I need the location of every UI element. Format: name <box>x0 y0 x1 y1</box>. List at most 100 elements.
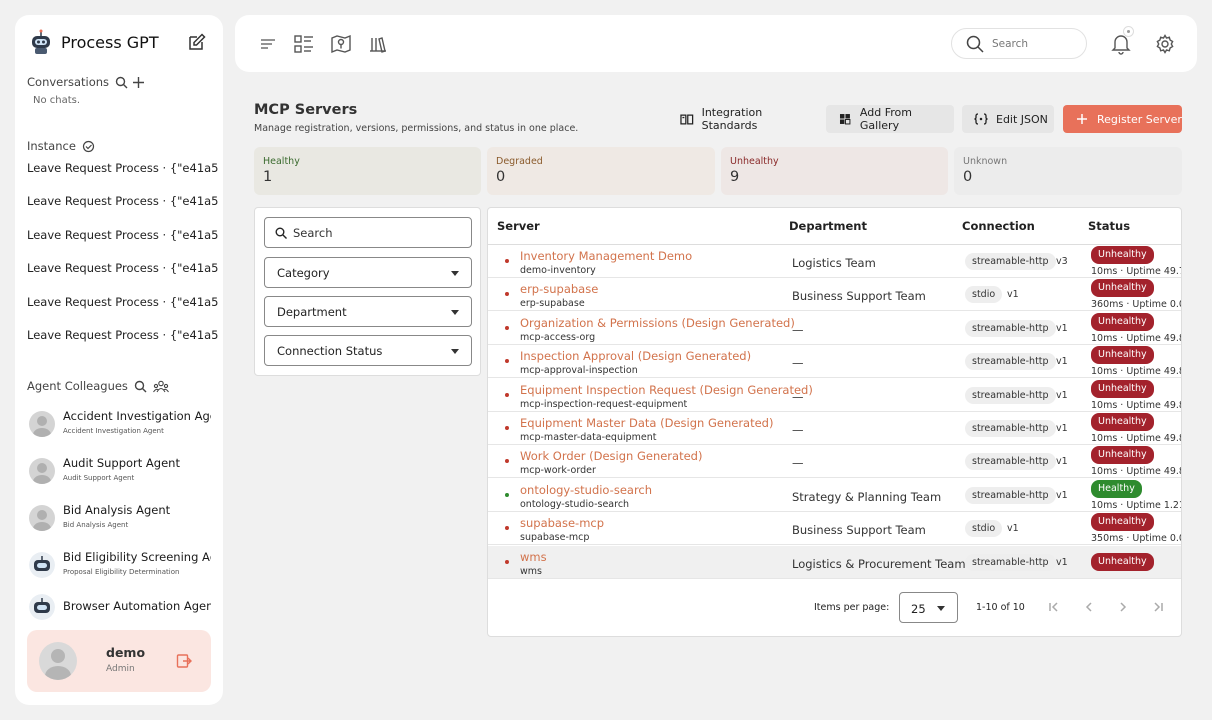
agent-item[interactable]: Accident Investigation Agent Accident Inv… <box>29 409 219 437</box>
conversations-header: Conversations <box>27 75 145 89</box>
gear-icon[interactable] <box>1155 34 1175 54</box>
previous-page-icon[interactable] <box>1082 600 1096 614</box>
status-badge: Unhealthy <box>1091 413 1154 431</box>
server-name-link[interactable]: Equipment Master Data (Design Generated) <box>520 416 773 430</box>
server-name-link[interactable]: wms <box>520 550 547 564</box>
server-name-link[interactable]: ontology-studio-search <box>520 483 652 497</box>
table-row[interactable]: Organization & Permissions (Design Gener… <box>488 312 1181 345</box>
column-header-connection[interactable]: Connection <box>962 219 1035 233</box>
filter-search-input[interactable]: Search <box>264 217 472 248</box>
filter-panel: Search Category Department Connection St… <box>254 207 481 376</box>
gallery-grid-icon <box>839 114 851 125</box>
last-page-icon[interactable] <box>1151 600 1165 614</box>
stat-value: 1 <box>263 169 273 185</box>
table-row[interactable]: Inventory Management Demo demo-inventory L… <box>488 245 1181 278</box>
code-braces-icon <box>974 113 988 125</box>
list-layout-icon[interactable] <box>293 33 315 55</box>
agent-name: Audit Support Agent <box>63 456 180 470</box>
global-search-input[interactable]: Search <box>951 28 1087 59</box>
table-row[interactable]: ontology-studio-search ontology-studio-se… <box>488 479 1181 512</box>
connection-chip: streamable-http <box>965 486 1056 504</box>
version-text: v1 <box>1007 289 1019 301</box>
server-name-link[interactable]: Organization & Permissions (Design Gener… <box>520 316 795 330</box>
server-id: wms <box>520 565 542 577</box>
version-text: v1 <box>1056 556 1068 568</box>
app-title: Process GPT <box>61 32 159 52</box>
connection-chip: streamable-http <box>965 353 1056 371</box>
status-metrics: 10ms · Uptime 1.21% <box>1091 499 1181 511</box>
map-icon[interactable] <box>330 33 352 55</box>
table-row[interactable]: Equipment Inspection Request (Design Gen… <box>488 379 1181 412</box>
items-per-page-value: 25 <box>911 602 926 616</box>
team-icon[interactable] <box>152 380 169 393</box>
version-text: v1 <box>1056 356 1068 368</box>
server-id: demo-inventory <box>520 265 596 276</box>
agent-item[interactable]: Bid Analysis Agent Bid Analysis Agent <box>29 503 219 531</box>
server-name-link[interactable]: Inspection Approval (Design Generated) <box>520 349 751 363</box>
connection-chip: streamable-http <box>965 553 1056 571</box>
logout-icon[interactable] <box>176 653 192 669</box>
table-row[interactable]: wms wms Logistics & Procurement Team stream… <box>488 545 1181 579</box>
server-name-link[interactable]: supabase-mcp <box>520 516 604 530</box>
items-per-page-select[interactable]: 25 <box>899 592 958 623</box>
edit-json-button[interactable]: Edit JSON <box>962 105 1054 133</box>
notification-dot <box>1123 26 1134 37</box>
new-chat-edit-icon[interactable] <box>187 32 207 52</box>
plus-icon[interactable] <box>132 76 145 89</box>
column-header-department[interactable]: Department <box>789 219 867 233</box>
search-icon <box>275 227 287 239</box>
table-row[interactable]: supabase-mcp supabase-mcp Business Support… <box>488 512 1181 546</box>
status-metrics: 10ms · Uptime 49.8% <box>1091 466 1181 478</box>
instance-header: Instance <box>27 139 95 153</box>
connection-chip: streamable-http <box>965 253 1056 270</box>
register-server-button[interactable]: Register Server <box>1063 105 1182 133</box>
stat-value: 0 <box>963 169 973 185</box>
check-circle-icon[interactable] <box>82 140 95 153</box>
robot-avatar-icon <box>29 552 55 578</box>
next-page-icon[interactable] <box>1116 600 1130 614</box>
add-from-gallery-button[interactable]: Add From Gallery <box>826 105 954 133</box>
chevron-down-icon <box>937 606 945 611</box>
user-card[interactable]: demo Admin <box>27 630 211 692</box>
table-row[interactable]: Equipment Master Data (Design Generated)… <box>488 412 1181 445</box>
instance-item[interactable]: Leave Request Process · {"e41a53... <box>27 261 219 275</box>
server-name-link[interactable]: erp-supabase <box>520 282 598 296</box>
table-row[interactable]: Inspection Approval (Design Generated) mc… <box>488 345 1181 379</box>
agent-item[interactable]: Browser Automation Agent <box>29 594 219 620</box>
status-dot <box>505 392 509 397</box>
table-row[interactable]: erp-supabase erp-supabase Business Support… <box>488 278 1181 312</box>
column-header-status[interactable]: Status <box>1088 219 1130 233</box>
agent-item[interactable]: Bid Eligibility Screening Agent Proposal … <box>29 550 219 578</box>
category-select[interactable]: Category <box>264 257 472 288</box>
server-id: mcp-access-org <box>520 331 596 343</box>
first-page-icon[interactable] <box>1047 600 1061 614</box>
instance-item[interactable]: Leave Request Process · {"e41a53... <box>27 161 219 175</box>
department-cell: — <box>792 456 804 471</box>
book-icon <box>680 114 694 125</box>
column-header-server[interactable]: Server <box>497 219 540 233</box>
menu-lines-icon[interactable] <box>257 33 279 55</box>
agent-item[interactable]: Audit Support Agent Audit Support Agent <box>29 456 219 484</box>
server-name-link[interactable]: Equipment Inspection Request (Design Gen… <box>520 383 813 397</box>
search-icon[interactable] <box>134 380 147 393</box>
status-badge: Unhealthy <box>1091 246 1154 264</box>
instance-item[interactable]: Leave Request Process · {"e41a53... <box>27 295 219 309</box>
integration-standards-button[interactable]: Integration Standards <box>668 105 818 133</box>
status-dot <box>505 259 509 263</box>
stat-card-unknown: Unknown 0 <box>954 147 1182 195</box>
connection-status-select[interactable]: Connection Status <box>264 335 472 366</box>
search-icon[interactable] <box>115 76 128 89</box>
stat-value: 9 <box>730 169 740 185</box>
instance-item[interactable]: Leave Request Process · {"e41a53... <box>27 228 219 242</box>
table-row[interactable]: Work Order (Design Generated) mcp-work-or… <box>488 445 1181 479</box>
server-name-link[interactable]: Work Order (Design Generated) <box>520 449 702 463</box>
instance-item[interactable]: Leave Request Process · {"e41a53... <box>27 328 219 342</box>
library-icon[interactable] <box>367 33 389 55</box>
department-select[interactable]: Department <box>264 296 472 327</box>
instance-item[interactable]: Leave Request Process · {"e41a53... <box>27 194 219 208</box>
stat-card-healthy: Healthy 1 <box>254 147 481 195</box>
connection-chip: stdio <box>965 286 1003 304</box>
server-name-link[interactable]: Inventory Management Demo <box>520 249 692 263</box>
stat-label: Degraded <box>496 156 543 167</box>
chevron-down-icon <box>451 310 459 315</box>
